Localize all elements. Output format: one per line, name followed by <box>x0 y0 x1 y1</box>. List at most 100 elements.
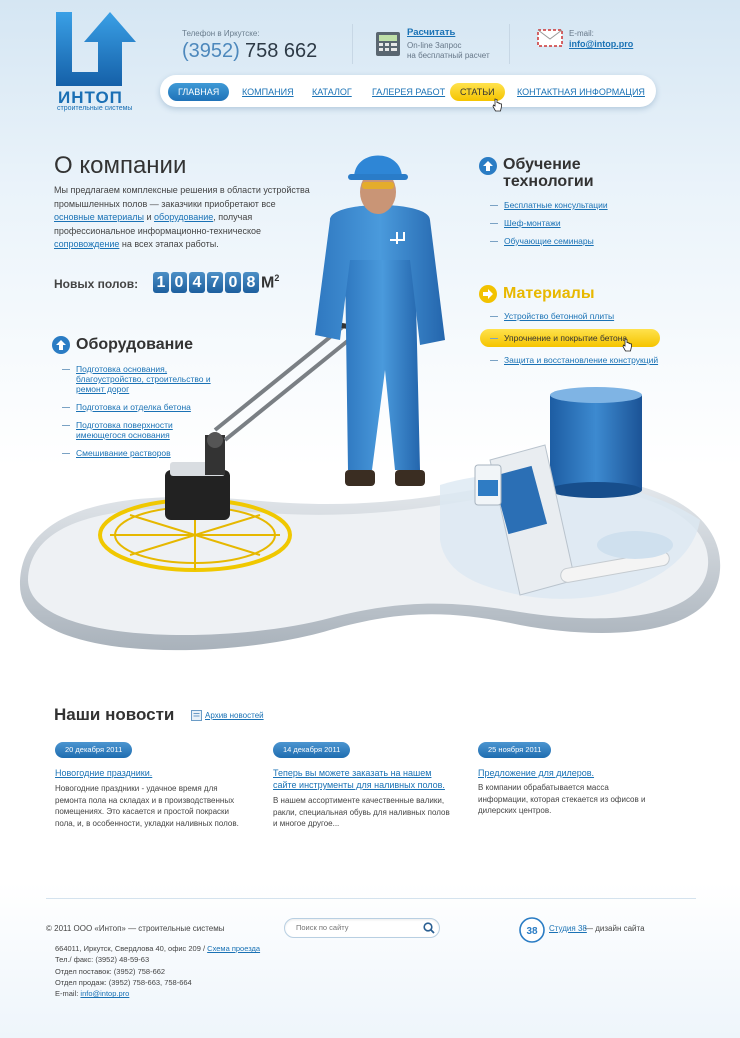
materials-item[interactable]: Устройство бетонной плиты <box>490 311 660 321</box>
studio-link[interactable]: Студия 38 <box>549 924 587 933</box>
fax-line: Тел./ факс: (3952) 48-59-63 <box>55 955 150 965</box>
hand-cursor-icon <box>622 338 632 352</box>
counter-digit: 1 <box>153 272 169 293</box>
support-link[interactable]: сопровождение <box>54 239 119 249</box>
training-link[interactable]: Шеф-монтажи <box>504 218 561 228</box>
footer-email-line: E-mail: info@intop.pro <box>55 988 260 999</box>
address-line: 664011, Иркутск, Свердлова 40, офис 209 … <box>55 943 260 954</box>
equipment-title: Оборудование <box>76 336 194 353</box>
email-link[interactable]: info@intop.pro <box>569 39 633 49</box>
studio-logo-icon[interactable]: 38 <box>519 917 545 943</box>
footer-contacts: 664011, Иркутск, Свердлова 40, офис 209 … <box>55 943 260 999</box>
equipment-link[interactable]: Подготовка поверхности имеющегося основа… <box>76 420 173 440</box>
map-link[interactable]: Схема проезда <box>207 944 260 953</box>
materials-title: Материалы <box>503 285 595 302</box>
equipment-item[interactable]: Подготовка поверхности имеющегося основа… <box>62 420 222 440</box>
materials-item-active[interactable]: Упрочнение и покрытие бетона <box>480 329 660 347</box>
training-title-line: технологии <box>503 173 594 190</box>
training-link[interactable]: Обучающие семинары <box>504 236 594 246</box>
header-divider <box>352 24 353 64</box>
counter-digit: 7 <box>207 272 223 293</box>
studio-logo-text: 38 <box>526 926 538 937</box>
calculate-link[interactable]: Расчитать <box>407 27 455 38</box>
supply-line: Отдел поставок: (3952) 758-662 <box>55 966 166 976</box>
calculate-sub-line-2: на бесплатный расчет <box>407 51 490 60</box>
equipment-item[interactable]: Смешивание растворов <box>62 448 222 458</box>
arrow-up-circle-icon <box>479 157 497 175</box>
address: 664011, Иркутск, Свердлова 40, офис 209 … <box>55 944 208 953</box>
calculate-sub-line-1: On-line Запрос <box>407 41 462 50</box>
training-link[interactable]: Бесплатные консультации <box>504 200 608 210</box>
phone-number: 758 662 <box>245 40 318 62</box>
logo-tagline: строительные системы <box>57 105 133 112</box>
materials-link[interactable]: Защита и восстановление конструкций <box>504 355 658 365</box>
training-list: Бесплатные консультации Шеф-монтажи Обуч… <box>490 200 660 254</box>
arrow-right-circle-icon <box>479 285 497 303</box>
news-date: 20 декабря 2011 <box>55 742 133 758</box>
footer-email-label: E-mail: <box>55 989 81 999</box>
floors-counter: 104708 <box>153 272 259 293</box>
about-text-part: и <box>144 212 155 222</box>
news-item-title[interactable]: Теперь вы можете заказать на нашем сайте… <box>273 767 453 791</box>
nav-home[interactable]: Главная <box>168 83 230 101</box>
floors-counter-label: Новых полов: <box>54 277 139 291</box>
equipment-link[interactable]: Подготовка основания, благоустройство, с… <box>76 364 211 394</box>
email-label: E-mail: <box>569 29 594 38</box>
unit-m: М <box>261 274 275 292</box>
news-archive-link[interactable]: Архив новостей <box>205 711 264 720</box>
news-date: 14 декабря 2011 <box>273 742 351 758</box>
nav-contacts[interactable]: Контактная информация <box>507 83 655 101</box>
floors-unit: М2 <box>261 273 279 292</box>
nav-company[interactable]: Компания <box>232 83 304 101</box>
materials-list: Устройство бетонной плиты Упрочнение и п… <box>480 311 660 373</box>
training-title-line: Обучение <box>503 156 581 173</box>
copyright: © 2011 ООО «Интоп» — строительные систем… <box>46 924 225 933</box>
equipment-item[interactable]: Подготовка основания, благоустройство, с… <box>62 364 222 394</box>
counter-digit: 0 <box>225 272 241 293</box>
materials-link[interactable]: Устройство бетонной плиты <box>504 311 614 321</box>
hand-cursor-icon <box>492 98 502 112</box>
about-text-part: на всех этапах работы. <box>119 239 219 249</box>
counter-digit: 8 <box>243 272 259 293</box>
footer-email-link[interactable]: info@intop.pro <box>80 989 129 998</box>
calculate-description: On-line Запрос на бесплатный расчет <box>407 41 490 61</box>
archive-icon <box>191 710 202 721</box>
counter-digit: 4 <box>189 272 205 293</box>
equipment-item[interactable]: Подготовка и отделка бетона <box>62 402 222 412</box>
materials-item[interactable]: Защита и восстановление конструкций <box>490 355 660 365</box>
search-input[interactable] <box>296 923 416 932</box>
search-icon[interactable] <box>423 922 435 934</box>
training-item[interactable]: Обучающие семинары <box>490 236 660 246</box>
news-item-text: Новогодние праздники - удачное время для… <box>55 784 239 828</box>
equipment-list: Подготовка основания, благоустройство, с… <box>62 364 222 466</box>
training-item[interactable]: Бесплатные консультации <box>490 200 660 210</box>
phone-label: Телефон в Иркутске: <box>182 29 260 38</box>
news-item-title[interactable]: Предложение для дилеров. <box>478 767 658 779</box>
arrow-up-circle-icon <box>52 336 70 354</box>
news-title: Наши новости <box>54 705 175 724</box>
news-item-text: В нашем ассортименте качественные валики… <box>273 796 450 828</box>
studio-text: — дизайн сайта <box>585 924 645 933</box>
materials-link[interactable]: Упрочнение и покрытие бетона <box>504 333 627 343</box>
sales-line: Отдел продаж: (3952) 758-663, 758-664 <box>55 977 192 987</box>
unit-sup: 2 <box>274 273 280 283</box>
phone-code: (3952) <box>182 40 240 62</box>
header-divider <box>509 24 510 64</box>
about-text: Мы предлагаем комплексные решения в обла… <box>54 184 312 252</box>
envelope-icon <box>537 29 563 47</box>
equipment-link[interactable]: Подготовка и отделка бетона <box>76 402 191 412</box>
nav-gallery[interactable]: Галерея работ <box>362 83 455 101</box>
about-title: О компании <box>54 152 187 179</box>
footer-divider <box>46 898 696 899</box>
training-item[interactable]: Шеф-монтажи <box>490 218 660 228</box>
equipment-link[interactable]: оборудование <box>154 212 213 222</box>
counter-digit: 0 <box>171 272 187 293</box>
news-item-text: В компании обрабатывается масса информац… <box>478 783 646 815</box>
news-date: 25 ноября 2011 <box>478 742 552 758</box>
equipment-link[interactable]: Смешивание растворов <box>76 448 171 458</box>
news-item-title[interactable]: Новогодние праздники. <box>55 767 245 779</box>
nav-catalog[interactable]: Каталог <box>302 83 362 101</box>
calculator-icon[interactable] <box>375 31 401 57</box>
materials-link[interactable]: основные материалы <box>54 212 144 222</box>
training-title: Обучение технологии <box>503 156 594 190</box>
